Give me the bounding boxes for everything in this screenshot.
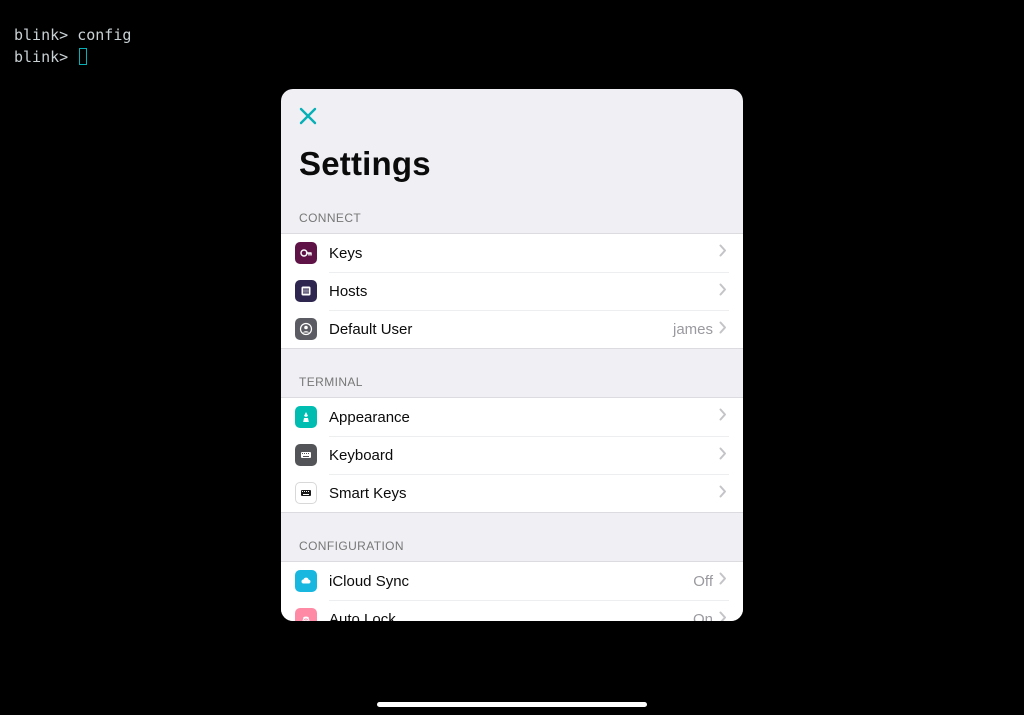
terminal-prompt: blink> [14, 26, 68, 44]
user-icon [295, 318, 317, 340]
section-header-terminal: TERMINAL [281, 349, 743, 397]
settings-modal: Settings CONNECT Keys Hosts [281, 89, 743, 621]
connect-rows: Keys Hosts Default User james [281, 233, 743, 349]
row-label: Appearance [329, 409, 719, 426]
row-label: Default User [329, 321, 673, 338]
close-icon[interactable] [299, 107, 323, 131]
page-title: Settings [281, 131, 743, 201]
chevron-right-icon [719, 572, 727, 590]
fingerprint-icon [295, 608, 317, 621]
keyboard-icon [295, 444, 317, 466]
row-label: iCloud Sync [329, 573, 693, 590]
terminal-command: config [77, 26, 131, 44]
cloud-icon [295, 570, 317, 592]
row-value: On [693, 611, 713, 621]
configuration-rows: iCloud Sync Off Auto Lock On [281, 561, 743, 621]
row-label: Auto Lock [329, 611, 693, 621]
server-icon [295, 280, 317, 302]
terminal-cursor [79, 48, 87, 65]
row-value: james [673, 321, 713, 338]
section-header-connect: CONNECT [281, 201, 743, 233]
key-icon [295, 242, 317, 264]
row-label: Keyboard [329, 447, 719, 464]
row-label: Hosts [329, 283, 719, 300]
row-label: Keys [329, 245, 719, 262]
terminal-rows: Appearance Keyboard Smart Keys [281, 397, 743, 513]
appearance-icon [295, 406, 317, 428]
chevron-right-icon [719, 321, 727, 339]
chevron-right-icon [719, 485, 727, 503]
chevron-right-icon [719, 244, 727, 262]
row-smart-keys[interactable]: Smart Keys [281, 474, 743, 512]
row-value: Off [693, 573, 713, 590]
row-label: Smart Keys [329, 485, 719, 502]
smart-keys-icon [295, 482, 317, 504]
chevron-right-icon [719, 611, 727, 622]
home-indicator[interactable] [377, 702, 647, 707]
row-appearance[interactable]: Appearance [281, 398, 743, 436]
chevron-right-icon [719, 447, 727, 465]
row-keyboard[interactable]: Keyboard [281, 436, 743, 474]
row-hosts[interactable]: Hosts [281, 272, 743, 310]
terminal-output: blink> config blink> [14, 24, 131, 68]
row-keys[interactable]: Keys [281, 234, 743, 272]
row-auto-lock[interactable]: Auto Lock On [281, 600, 743, 621]
row-default-user[interactable]: Default User james [281, 310, 743, 348]
row-icloud-sync[interactable]: iCloud Sync Off [281, 562, 743, 600]
terminal-prompt: blink> [14, 48, 68, 66]
section-header-configuration: CONFIGURATION [281, 513, 743, 561]
chevron-right-icon [719, 283, 727, 301]
chevron-right-icon [719, 408, 727, 426]
